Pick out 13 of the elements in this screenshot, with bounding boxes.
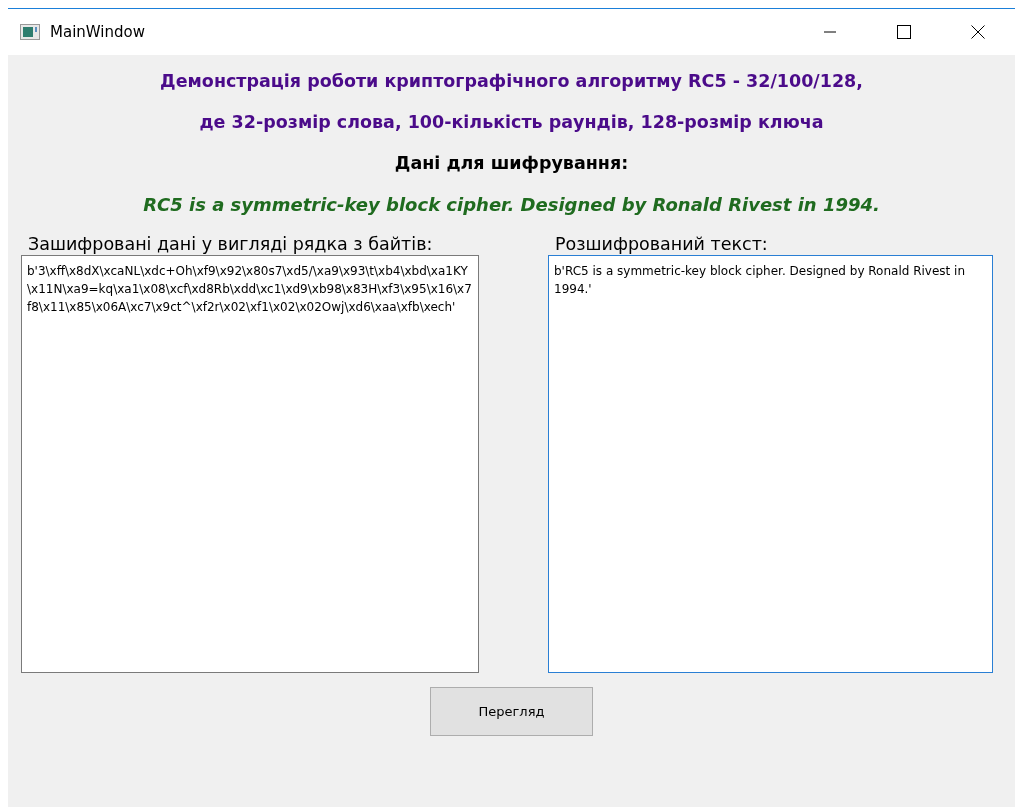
text-area[interactable]: b'RC5 is a symmetric-key block cipher. Designed by Ronald Rivest in 1994.' (548, 255, 993, 673)
close-icon (971, 25, 985, 39)
window-title: MainWindow (50, 23, 145, 41)
view-button[interactable]: Перегляд (430, 687, 593, 736)
heading-text: Дані для шифрування: (394, 152, 629, 175)
heading-text: де 32-розмір слова, 100-кількість раундів, 128-розмір ключа (199, 111, 824, 134)
app-icon (20, 24, 40, 40)
text-area[interactable]: b'3\xff\x8dX\xcaNL\xdc+Oh\xf9\x92\x80s7\xd5/\xa9\x93\t\xb4\xbd\xa1KY\x11N\xa9=kq\xa1\x08\xcf\xd8Rb\xdd\xc1\xd9\xb98\x83H\xf3\x95\x16\x7f8\x11\x85\x06A\xc7\x9ct^\xf2r\x02\xf1\x02\x02Owj\xd6\xaa\xfb\xech' (21, 255, 479, 673)
field-label: Розшифрований текст: (554, 233, 769, 255)
heading-text: Демонстрація роботи криптографічного алгоритму RC5 - 32/100/128, (160, 70, 863, 93)
maximize-icon (897, 25, 911, 39)
heading-text: RC5 is a symmetric-key block cipher. Designed by Ronald Rivest in 1994. (143, 193, 880, 217)
field-label: Зашифровані дані у вигляді рядка з байтів: (27, 233, 434, 255)
